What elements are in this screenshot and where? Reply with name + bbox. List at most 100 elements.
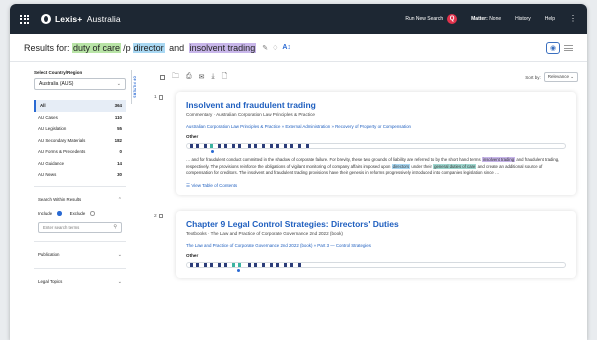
- hit-marker[interactable]: [276, 262, 279, 267]
- hit-marker[interactable]: [238, 144, 241, 148]
- hit-marker[interactable]: [224, 144, 227, 148]
- result-card: Chapter 9 Legal Control Strategies: Dire…: [176, 210, 576, 278]
- category-au-guidance[interactable]: AU Guidance 14: [34, 158, 126, 170]
- query-joiner-and: and: [169, 42, 185, 53]
- list-view-icon[interactable]: [564, 44, 573, 51]
- result-snippet: … and for fraudulent conduct committed i…: [186, 157, 566, 177]
- sort-control: Sort by: Relevance ⌄: [525, 72, 578, 82]
- hit-marker[interactable]: [248, 144, 251, 148]
- hit-marker[interactable]: [232, 262, 235, 267]
- sort-select[interactable]: Relevance ⌄: [543, 72, 578, 82]
- brand-region: Australia: [86, 14, 121, 24]
- select-all-checkbox[interactable]: [160, 74, 165, 80]
- category-count: 182: [114, 137, 122, 143]
- result-checkbox[interactable]: [158, 95, 164, 100]
- grid-view-icon[interactable]: ◉: [546, 41, 560, 54]
- sort-value: Relevance: [547, 74, 569, 79]
- lexis-logo-icon: [41, 14, 51, 24]
- hit-marker[interactable]: [204, 262, 207, 267]
- category-au-forms-precedents[interactable]: AU Forms & Precedents 0: [34, 146, 126, 158]
- category-au-news[interactable]: AU News 30: [34, 169, 126, 181]
- hit-marker[interactable]: [298, 144, 301, 148]
- matter-selector[interactable]: Matter: None: [471, 16, 501, 22]
- category-label: AU News: [38, 172, 57, 178]
- download-icon[interactable]: ⤓: [211, 73, 214, 81]
- help-link[interactable]: Help: [545, 16, 555, 22]
- result-checkbox[interactable]: [158, 213, 164, 219]
- hit-marker[interactable]: [262, 262, 265, 267]
- search-icon[interactable]: ⚲: [113, 224, 117, 230]
- hit-marker[interactable]: [196, 262, 199, 267]
- include-exclude-group: Include Exclude: [34, 208, 126, 220]
- result-title-link[interactable]: Chapter 9 Legal Control Strategies: Dire…: [186, 219, 566, 229]
- app-grid-icon[interactable]: [20, 14, 29, 24]
- hit-marker[interactable]: [306, 144, 309, 148]
- category-au-cases[interactable]: AU Cases 110: [34, 112, 126, 124]
- alert-icon[interactable]: ♢: [272, 44, 278, 52]
- hit-marker[interactable]: [190, 144, 193, 148]
- hit-marker[interactable]: [218, 262, 221, 267]
- filters-collapse-tab[interactable]: OF FILTERS: [131, 70, 137, 104]
- brand-label: Lexis+: [55, 14, 83, 24]
- publication-filter[interactable]: Publication ⌄: [34, 247, 126, 263]
- result-index: 1: [154, 92, 176, 195]
- hit-marker[interactable]: [290, 144, 293, 148]
- hit-map[interactable]: [186, 141, 566, 153]
- highlight-toggle-icon[interactable]: A↕: [282, 44, 291, 51]
- hit-marker[interactable]: [284, 144, 287, 148]
- category-count: 14: [117, 160, 122, 166]
- hit-marker[interactable]: [196, 144, 199, 148]
- hit-map[interactable]: [186, 260, 566, 272]
- result-breadcrumb[interactable]: Australian Corporation Law Principles & …: [186, 124, 566, 129]
- view-toc-link[interactable]: ☰ View Table of Contents: [186, 183, 566, 189]
- folder-icon[interactable]: 🗀: [172, 72, 179, 83]
- hit-marker[interactable]: [224, 262, 227, 267]
- exclude-radio[interactable]: [90, 211, 95, 216]
- query-term-director: director: [132, 42, 165, 53]
- result-title-link[interactable]: Insolvent and fraudulent trading: [186, 100, 566, 110]
- category-all[interactable]: All 364: [34, 100, 126, 112]
- category-count: 0: [119, 149, 122, 155]
- edit-query-icon[interactable]: ✎: [262, 44, 268, 52]
- hit-marker[interactable]: [204, 144, 207, 148]
- hit-marker[interactable]: [254, 262, 257, 267]
- result-breadcrumb[interactable]: The Law and Practice of Corporate Govern…: [186, 243, 566, 248]
- hit-marker[interactable]: [210, 144, 213, 148]
- hit-marker[interactable]: [276, 144, 279, 148]
- hit-marker[interactable]: [270, 262, 273, 267]
- hit-marker[interactable]: [290, 262, 293, 267]
- category-au-legislation[interactable]: AU Legislation 55: [34, 123, 126, 135]
- category-list: All 364 AU Cases 110 AU Legislation 55 A…: [34, 100, 126, 181]
- result-number: 1: [154, 95, 157, 100]
- brand-name[interactable]: Lexis+ Australia: [55, 14, 121, 24]
- legal-topics-filter[interactable]: Legal Topics ⌄: [34, 274, 126, 290]
- document-icon[interactable]: 🗋: [222, 72, 228, 83]
- search-within-input[interactable]: Enter search terms ⚲: [38, 221, 122, 233]
- new-search-button[interactable]: Run New Search Q: [405, 14, 458, 24]
- divider: [34, 240, 126, 242]
- hit-marker[interactable]: [218, 144, 221, 148]
- include-radio[interactable]: [57, 211, 62, 216]
- print-icon[interactable]: ⎙: [186, 73, 192, 81]
- hit-marker[interactable]: [238, 262, 241, 267]
- hit-marker[interactable]: [262, 144, 265, 148]
- hit-marker[interactable]: [254, 144, 257, 148]
- more-options-icon[interactable]: ⋮: [569, 15, 577, 23]
- hit-marker[interactable]: [190, 262, 193, 267]
- hit-marker[interactable]: [232, 144, 235, 148]
- result-subtitle: Textbooks · The Law and Practice of Corp…: [186, 230, 343, 236]
- hit-marker[interactable]: [210, 262, 213, 267]
- snippet-highlight: general duties of care: [433, 163, 477, 169]
- email-icon[interactable]: ✉: [199, 73, 205, 81]
- hit-marker[interactable]: [248, 262, 251, 267]
- search-within-label: Search Within Results: [38, 197, 82, 202]
- category-au-secondary-materials[interactable]: AU Secondary Materials 182: [34, 135, 126, 147]
- results-toolbar: 🗀 ⎙ ✉ ⤓ 🗋 Sort by: Relevance ⌄: [154, 70, 584, 84]
- hit-marker[interactable]: [298, 262, 301, 267]
- query-term-duty-of-care: duty of care: [72, 42, 122, 53]
- search-within-toggle[interactable]: Search Within Results ⌃: [34, 192, 126, 208]
- country-select[interactable]: Australia (AUS) ⌄: [34, 78, 126, 90]
- hit-marker[interactable]: [270, 144, 273, 148]
- history-link[interactable]: History: [515, 16, 531, 22]
- hit-marker[interactable]: [284, 262, 287, 267]
